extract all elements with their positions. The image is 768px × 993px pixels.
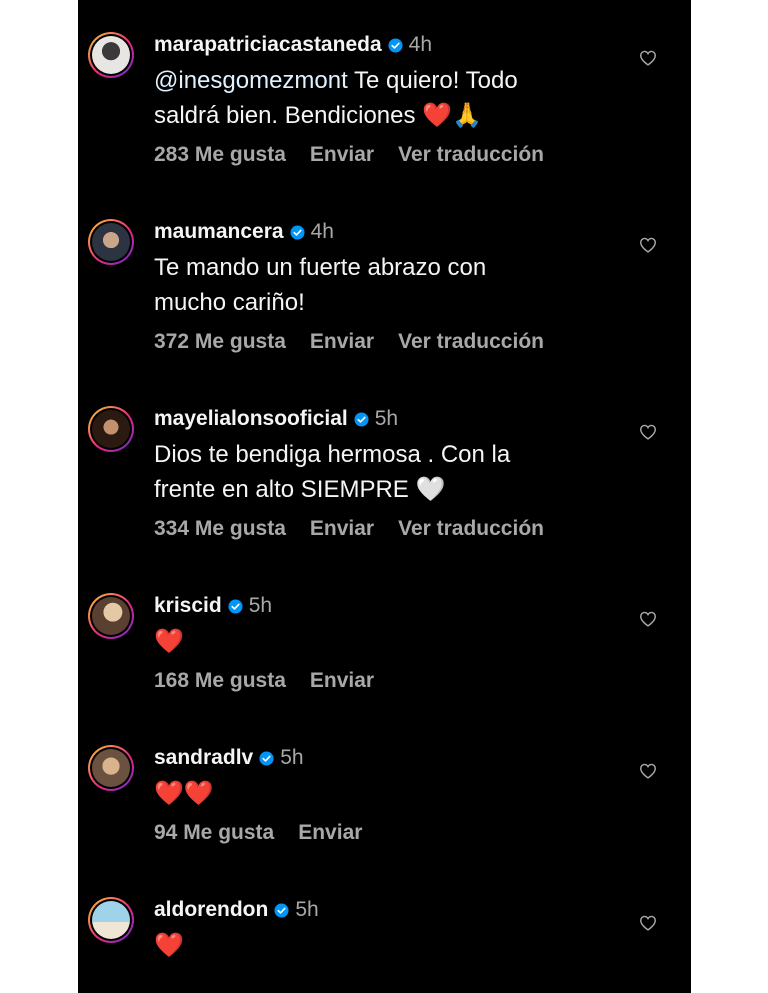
comment-text-line: saldrá bien. Bendiciones ❤️🙏 <box>154 102 482 129</box>
comment-text-line: mucho cariño! <box>154 289 305 316</box>
likes-count-button[interactable]: 334 Me gusta <box>154 517 286 541</box>
reply-button[interactable]: Enviar <box>298 821 362 845</box>
comment-text-line: Te quiero! Todo <box>347 67 518 94</box>
username[interactable]: sandradlv <box>154 746 253 770</box>
avatar[interactable] <box>88 745 134 791</box>
verified-badge-icon <box>388 37 403 53</box>
comment-actions: 168 Me gusta Enviar <box>154 669 624 693</box>
comment-text: Dios te bendiga hermosa . Con la frente … <box>154 437 624 507</box>
comment-time: 5h <box>248 594 273 617</box>
comment-actions: 94 Me gusta Enviar <box>154 821 624 845</box>
translate-button[interactable]: Ver traducción <box>398 330 544 354</box>
like-heart-icon[interactable] <box>639 237 657 253</box>
comment-time: 5h <box>295 898 319 921</box>
comment-header: aldorendon 5h <box>154 895 624 925</box>
comment-actions: 334 Me gusta Enviar Ver traducción <box>154 517 624 541</box>
reply-button[interactable]: Enviar <box>310 669 374 693</box>
avatar[interactable] <box>88 897 134 943</box>
comment-actions: 283 Me gusta Enviar Ver traducción <box>154 143 624 167</box>
username[interactable]: mayelialonsooficial <box>154 407 348 431</box>
comment-text: ❤️❤️ <box>154 776 624 811</box>
username[interactable]: maumancera <box>154 220 284 244</box>
avatar[interactable] <box>88 593 134 639</box>
verified-badge-icon <box>274 902 289 918</box>
reply-button[interactable]: Enviar <box>310 143 374 167</box>
comments-panel: marapatriciacastaneda 4h @inesgomezmont … <box>78 0 691 993</box>
likes-count-button[interactable]: 168 Me gusta <box>154 669 286 693</box>
comment-header: maumancera 4h <box>154 217 624 247</box>
comment-time: 4h <box>310 220 334 243</box>
avatar[interactable] <box>88 32 134 78</box>
comment-text-line: ❤️ <box>154 628 184 655</box>
comment-text-line: ❤️ <box>154 932 184 959</box>
likes-count-button[interactable]: 372 Me gusta <box>154 330 286 354</box>
mention-link[interactable]: @inesgomezmont <box>154 67 348 94</box>
verified-badge-icon <box>354 411 369 427</box>
username[interactable]: kriscid <box>154 594 222 618</box>
comment-header: marapatriciacastaneda 4h <box>154 30 624 60</box>
verified-badge-icon <box>290 224 305 240</box>
comment-text: ❤️ <box>154 928 624 963</box>
comment-time: 5h <box>280 746 304 769</box>
translate-button[interactable]: Ver traducción <box>398 143 544 167</box>
comment-text-line: frente en alto SIEMPRE 🤍 <box>154 476 446 503</box>
comment-text: @inesgomezmont Te quiero! Todo saldrá bi… <box>154 63 624 133</box>
like-heart-icon[interactable] <box>639 50 657 66</box>
username[interactable]: marapatriciacastaneda <box>154 33 382 57</box>
comment-text-line: Dios te bendiga hermosa . Con la <box>154 441 511 468</box>
comment-time: 5h <box>374 407 399 430</box>
verified-badge-icon <box>228 598 243 614</box>
comment-text: Te mando un fuerte abrazo con mucho cari… <box>154 250 624 320</box>
like-heart-icon[interactable] <box>639 424 657 440</box>
username[interactable]: aldorendon <box>154 898 268 922</box>
like-heart-icon[interactable] <box>639 763 657 779</box>
reply-button[interactable]: Enviar <box>310 517 374 541</box>
comment-text: ❤️ <box>154 624 624 659</box>
avatar[interactable] <box>88 219 134 265</box>
likes-count-button[interactable]: 283 Me gusta <box>154 143 286 167</box>
comment-header: mayelialonsooficial 5h <box>154 404 624 434</box>
comment-text-line: Te mando un fuerte abrazo con <box>154 254 487 281</box>
comment-time: 4h <box>408 33 432 56</box>
like-heart-icon[interactable] <box>639 915 657 931</box>
avatar[interactable] <box>88 406 134 452</box>
translate-button[interactable]: Ver traducción <box>398 517 544 541</box>
comment-header: kriscid 5h <box>154 591 624 621</box>
comment-header: sandradlv 5h <box>154 743 624 773</box>
verified-badge-icon <box>259 750 274 766</box>
comment-text-line: ❤️❤️ <box>154 780 214 807</box>
reply-button[interactable]: Enviar <box>310 330 374 354</box>
like-heart-icon[interactable] <box>639 611 657 627</box>
comment-actions: 372 Me gusta Enviar Ver traducción <box>154 330 624 354</box>
likes-count-button[interactable]: 94 Me gusta <box>154 821 274 845</box>
